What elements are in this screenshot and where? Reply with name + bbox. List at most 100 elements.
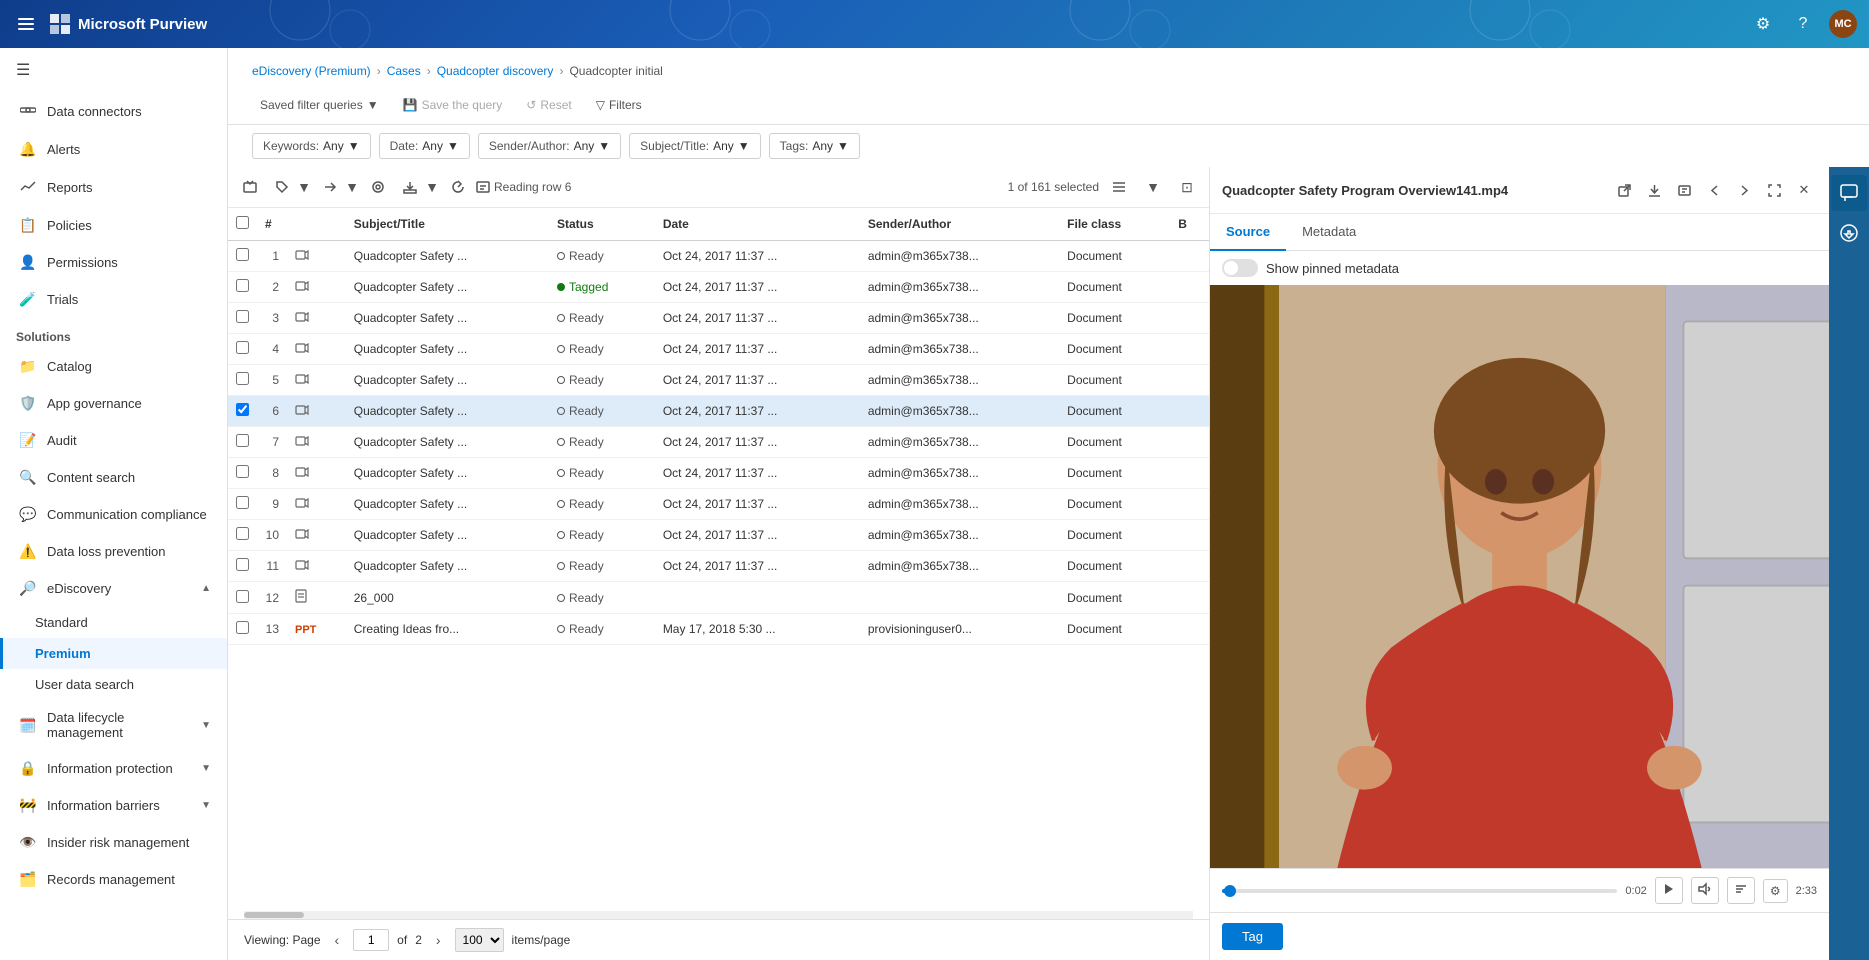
table-row[interactable]: 2Quadcopter Safety ...TaggedOct 24, 2017… — [228, 272, 1209, 303]
row-subject[interactable]: Quadcopter Safety ... — [346, 489, 549, 520]
download-button[interactable] — [396, 173, 424, 201]
settings-icon[interactable]: ⚙ — [1749, 10, 1777, 38]
filters-button[interactable]: ▽ Filters — [588, 94, 650, 116]
row-subject[interactable]: Quadcopter Safety ... — [346, 551, 549, 582]
row-checkbox[interactable] — [236, 248, 249, 261]
sidebar-sub-standard[interactable]: Standard — [0, 607, 227, 638]
view-dropdown-icon[interactable]: ▼ — [1139, 173, 1167, 201]
row-checkbox[interactable] — [236, 558, 249, 571]
table-row[interactable]: 9Quadcopter Safety ...ReadyOct 24, 2017 … — [228, 489, 1209, 520]
sidebar-item-comm-compliance[interactable]: 💬 Communication compliance — [0, 496, 227, 533]
table-row[interactable]: 10Quadcopter Safety ...ReadyOct 24, 2017… — [228, 520, 1209, 551]
sidebar-item-content-search[interactable]: 🔍 Content search — [0, 459, 227, 496]
saved-filter-queries-button[interactable]: Saved filter queries ▼ — [252, 94, 387, 116]
th-status[interactable]: Status — [549, 208, 655, 241]
tab-metadata[interactable]: Metadata — [1286, 214, 1372, 251]
video-progress-bar[interactable] — [1222, 889, 1617, 893]
subject-filter[interactable]: Subject/Title: Any ▼ — [629, 133, 761, 159]
row-checkbox[interactable] — [236, 465, 249, 478]
th-fileclass[interactable]: File class — [1059, 208, 1170, 241]
sidebar-item-data-lifecycle[interactable]: 🗓️ Data lifecycle management ▼ — [0, 700, 227, 750]
breadcrumb-cases[interactable]: Cases — [387, 64, 421, 78]
prev-item-button[interactable] — [1701, 177, 1727, 203]
view-options-button[interactable] — [1105, 173, 1133, 201]
row-checkbox[interactable] — [236, 372, 249, 385]
row-checkbox[interactable] — [236, 310, 249, 323]
row-subject[interactable]: Quadcopter Safety ... — [346, 427, 549, 458]
select-all-checkbox[interactable] — [236, 216, 249, 229]
sidebar-item-insider-risk[interactable]: 👁️ Insider risk management — [0, 824, 227, 861]
th-date[interactable]: Date — [655, 208, 860, 241]
next-page-button[interactable]: › — [430, 929, 447, 951]
table-row[interactable]: 4Quadcopter Safety ...ReadyOct 24, 2017 … — [228, 334, 1209, 365]
right-panel-message-icon[interactable] — [1831, 215, 1867, 251]
row-subject[interactable]: Quadcopter Safety ... — [346, 365, 549, 396]
items-per-page-select[interactable]: 100 50 25 — [455, 928, 504, 952]
row-subject[interactable]: 26_000 — [346, 582, 549, 614]
transcribe-button[interactable] — [1727, 877, 1755, 904]
row-subject[interactable]: Quadcopter Safety ... — [346, 241, 549, 272]
row-checkbox[interactable] — [236, 527, 249, 540]
prev-page-button[interactable]: ‹ — [329, 929, 346, 951]
tag-action-button[interactable] — [268, 173, 296, 201]
table-row[interactable]: 1226_000ReadyDocument — [228, 582, 1209, 614]
avatar[interactable]: MC — [1829, 10, 1857, 38]
help-icon[interactable]: ? — [1789, 10, 1817, 38]
row-subject[interactable]: Creating Ideas fro... — [346, 614, 549, 645]
row-subject[interactable]: Quadcopter Safety ... — [346, 458, 549, 489]
table-row[interactable]: 11Quadcopter Safety ...ReadyOct 24, 2017… — [228, 551, 1209, 582]
row-subject[interactable]: Quadcopter Safety ... — [346, 303, 549, 334]
sidebar-hamburger[interactable]: ☰ — [0, 48, 227, 92]
table-row[interactable]: 3Quadcopter Safety ...ReadyOct 24, 2017 … — [228, 303, 1209, 334]
table-row[interactable]: 1Quadcopter Safety ...ReadyOct 24, 2017 … — [228, 241, 1209, 272]
sidebar-sub-premium[interactable]: Premium — [0, 638, 227, 669]
sender-filter[interactable]: Sender/Author: Any ▼ — [478, 133, 621, 159]
sidebar-item-records-mgmt[interactable]: 🗂️ Records management — [0, 861, 227, 898]
video-settings-button[interactable]: ⚙ — [1763, 879, 1788, 903]
refresh-button[interactable] — [444, 173, 472, 201]
hamburger-menu-icon[interactable] — [12, 10, 40, 38]
breadcrumb-quadcopter-discovery[interactable]: Quadcopter discovery — [437, 64, 554, 78]
sidebar-item-reports[interactable]: Reports — [0, 168, 227, 207]
volume-button[interactable] — [1691, 877, 1719, 904]
table-row[interactable]: 5Quadcopter Safety ...ReadyOct 24, 2017 … — [228, 365, 1209, 396]
sidebar-item-ediscovery[interactable]: 🔎 eDiscovery ▲ — [0, 570, 227, 607]
horizontal-scrollbar[interactable] — [244, 911, 1193, 919]
move-right-button[interactable] — [316, 173, 344, 201]
sidebar-item-data-loss[interactable]: ⚠️ Data loss prevention — [0, 533, 227, 570]
sidebar-item-info-protection[interactable]: 🔒 Information protection ▼ — [0, 750, 227, 787]
row-subject[interactable]: Quadcopter Safety ... — [346, 520, 549, 551]
sidebar-item-audit[interactable]: 📝 Audit — [0, 422, 227, 459]
row-subject[interactable]: Quadcopter Safety ... — [346, 396, 549, 427]
tag-button[interactable]: Tag — [1222, 923, 1283, 950]
download-dropdown-icon[interactable]: ▼ — [424, 173, 440, 201]
table-row[interactable]: 6Quadcopter Safety ...ReadyOct 24, 2017 … — [228, 396, 1209, 427]
fullscreen-button[interactable] — [1761, 177, 1787, 203]
export-button[interactable] — [236, 173, 264, 201]
current-page-input[interactable] — [353, 929, 389, 951]
row-checkbox[interactable] — [236, 621, 249, 634]
row-subject[interactable]: Quadcopter Safety ... — [346, 272, 549, 303]
move-dropdown-icon[interactable]: ▼ — [344, 173, 360, 201]
row-checkbox[interactable] — [236, 279, 249, 292]
tag-dropdown-icon[interactable]: ▼ — [296, 173, 312, 201]
open-in-new-button[interactable] — [1611, 177, 1637, 203]
annotate-button[interactable] — [364, 173, 392, 201]
date-filter[interactable]: Date: Any ▼ — [379, 133, 470, 159]
th-subject[interactable]: Subject/Title — [346, 208, 549, 241]
breadcrumb-ediscovery[interactable]: eDiscovery (Premium) — [252, 64, 371, 78]
next-item-button[interactable] — [1731, 177, 1757, 203]
row-checkbox[interactable] — [236, 403, 249, 416]
sidebar-item-app-governance[interactable]: 🛡️ App governance — [0, 385, 227, 422]
sidebar-item-permissions[interactable]: 👤 Permissions — [0, 244, 227, 281]
results-table-scroll[interactable]: # Subject/Title Status Date Sender/Autho… — [228, 208, 1209, 911]
sidebar-item-trials[interactable]: 🧪 Trials — [0, 281, 227, 318]
reset-button[interactable]: ↺ Reset — [518, 94, 579, 116]
table-row[interactable]: 13PPTCreating Ideas fro...ReadyMay 17, 2… — [228, 614, 1209, 645]
sidebar-item-policies[interactable]: 📋 Policies — [0, 207, 227, 244]
row-checkbox[interactable] — [236, 496, 249, 509]
native-view-button[interactable] — [1671, 177, 1697, 203]
play-button[interactable] — [1655, 877, 1683, 904]
row-subject[interactable]: Quadcopter Safety ... — [346, 334, 549, 365]
collapse-panel-button[interactable]: ⊡ — [1173, 173, 1201, 201]
